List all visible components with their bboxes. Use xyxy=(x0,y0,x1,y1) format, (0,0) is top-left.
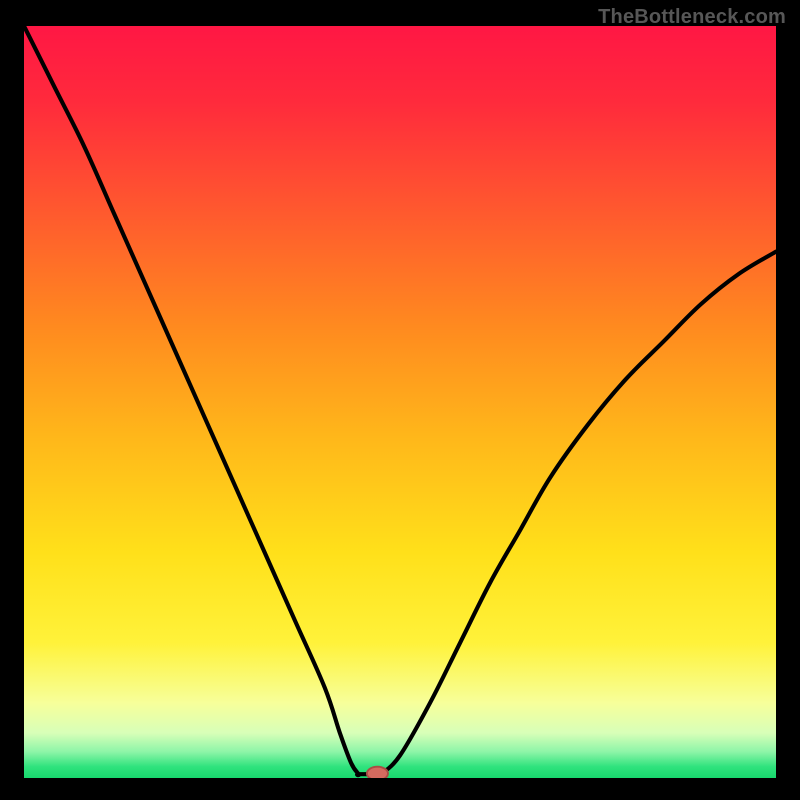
chart-container: TheBottleneck.com xyxy=(0,0,800,800)
watermark-text: TheBottleneck.com xyxy=(598,6,786,29)
gradient-background xyxy=(24,26,776,778)
plot-svg xyxy=(24,26,776,778)
optimal-point-marker xyxy=(367,767,388,778)
plot-frame xyxy=(24,26,776,778)
